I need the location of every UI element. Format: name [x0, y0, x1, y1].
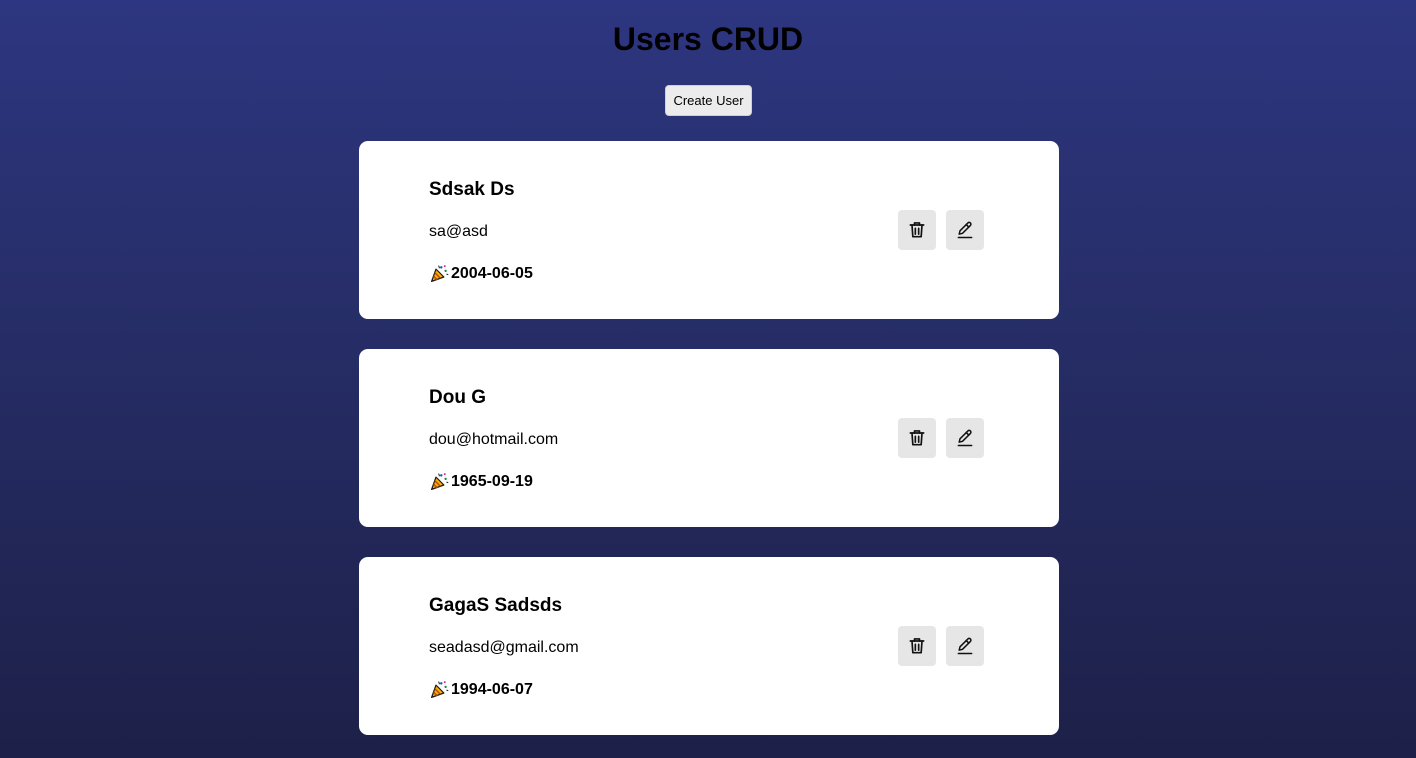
create-user-button[interactable]: Create User: [665, 85, 752, 116]
user-birthdate-value: 1994-06-07: [451, 680, 533, 698]
user-name: GagaS Sadsds: [429, 595, 563, 616]
user-card: Dou G dou@hotmail.com 1965-09-19: [359, 349, 1059, 527]
delete-user-button[interactable]: [898, 210, 936, 250]
page-title: Users CRUD: [612, 21, 804, 57]
user-card: Sdsak Ds sa@asd 2004-06-05: [359, 141, 1059, 319]
user-email: sa@asd: [429, 223, 488, 240]
trash-icon: [907, 428, 927, 448]
edit-user-button[interactable]: [946, 418, 984, 458]
edit-user-button[interactable]: [946, 626, 984, 666]
user-email: dou@hotmail.com: [429, 431, 559, 448]
user-name: Dou G: [429, 387, 486, 408]
user-birthdate-value: 1965-09-19: [451, 472, 533, 490]
user-birthdate-value: 2004-06-05: [451, 264, 533, 282]
party-popper-icon: [429, 679, 450, 700]
delete-user-button[interactable]: [898, 418, 936, 458]
user-birthdate: 1994-06-07: [429, 679, 533, 700]
party-popper-icon: [429, 263, 450, 284]
user-email: seadasd@gmail.com: [429, 639, 579, 656]
pencil-icon: [955, 428, 975, 448]
pencil-icon: [955, 220, 975, 240]
user-name: Sdsak Ds: [429, 179, 515, 200]
trash-icon: [907, 220, 927, 240]
party-popper-icon: [429, 471, 450, 492]
trash-icon: [907, 636, 927, 656]
delete-user-button[interactable]: [898, 626, 936, 666]
user-birthdate: 2004-06-05: [429, 263, 533, 284]
pencil-icon: [955, 636, 975, 656]
edit-user-button[interactable]: [946, 210, 984, 250]
user-card: GagaS Sadsds seadasd@gmail.com 1994-06-0…: [359, 557, 1059, 735]
user-birthdate: 1965-09-19: [429, 471, 533, 492]
